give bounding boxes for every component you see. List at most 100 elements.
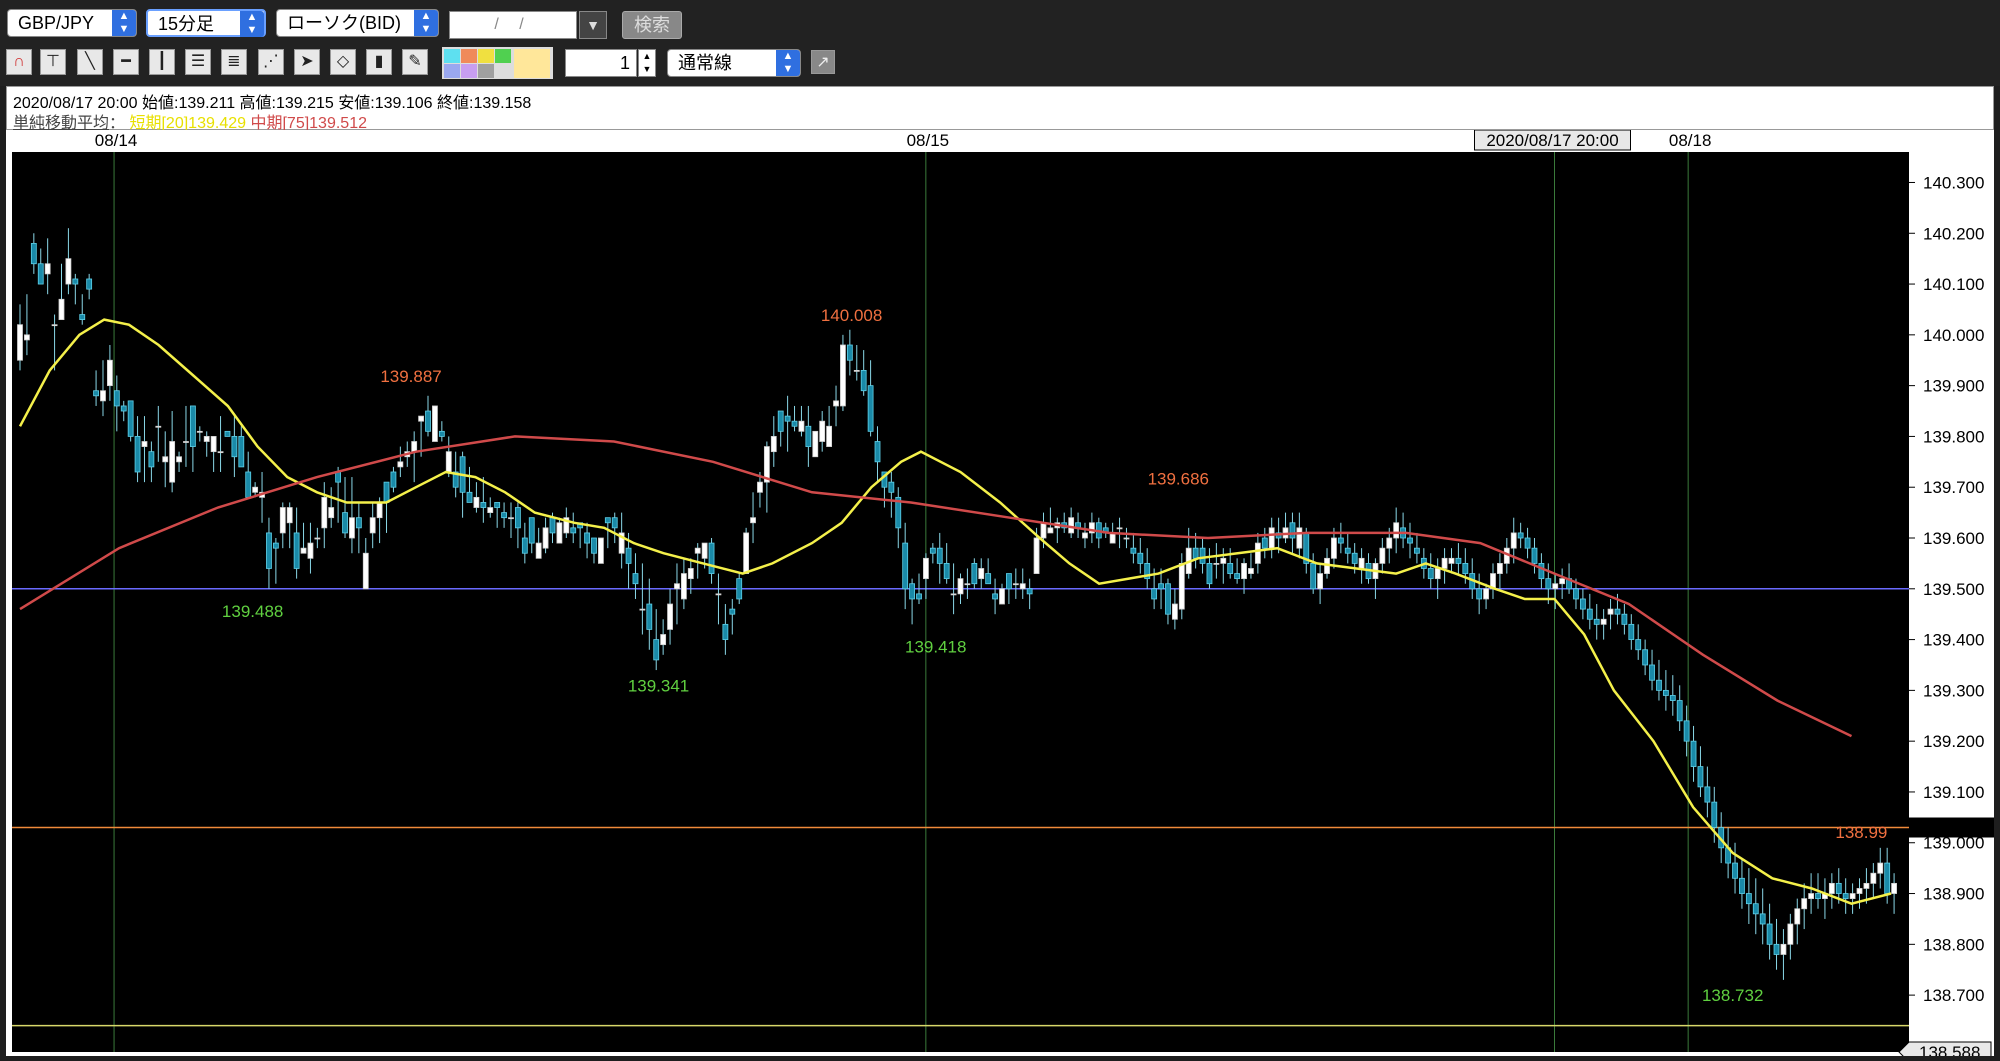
candle-body: [1407, 537, 1413, 544]
color-swatch[interactable]: [478, 64, 494, 78]
candle-body: [978, 568, 985, 580]
horizontal-line-icon[interactable]: ━: [113, 49, 139, 75]
candle-body: [846, 344, 853, 361]
candle-body: [1268, 527, 1275, 549]
color-swatch[interactable]: [444, 49, 460, 63]
color-palette[interactable]: [442, 47, 553, 79]
trash-icon[interactable]: ▮: [366, 49, 392, 75]
date-tick-label: 08/15: [907, 131, 950, 150]
candle-body: [1780, 943, 1787, 955]
price-annotation: 138.732: [1702, 986, 1763, 1005]
candle-body: [1317, 573, 1324, 590]
y-tick-label: 140.200: [1923, 224, 1984, 243]
trendline-icon[interactable]: ╲: [77, 49, 103, 75]
chart-area[interactable]: 140.008 139.887 139.686 138.99 139.488 139.34…: [6, 129, 1994, 1061]
symbol-select[interactable]: GBP/JPY ▲ ▼: [7, 9, 137, 37]
chart-style-select[interactable]: ローソク(BID) ▲ ▼: [276, 9, 439, 37]
candle-body: [1379, 547, 1386, 564]
candle-body: [120, 405, 127, 412]
candle-body: [805, 425, 812, 447]
date-dropdown-button[interactable]: ▼: [579, 11, 607, 39]
candle-body: [383, 481, 390, 503]
candle-body: [24, 334, 30, 341]
candle-body: [1628, 623, 1635, 640]
candle-body: [1635, 639, 1642, 651]
vertical-line-icon[interactable]: ┃: [149, 49, 175, 75]
candle-body: [445, 451, 452, 473]
candle-body: [176, 456, 182, 463]
date-tick-label: 08/14: [95, 131, 138, 150]
candle-body: [369, 517, 376, 534]
candle-body: [1531, 547, 1538, 564]
candle-body: [162, 456, 169, 463]
candle-body: [44, 263, 51, 275]
pointer-icon[interactable]: ➤: [294, 49, 320, 75]
candle-body: [535, 542, 542, 559]
color-swatch[interactable]: [461, 64, 477, 78]
candle-body: [1766, 923, 1773, 945]
candle-body: [1891, 882, 1897, 894]
candle-body: [625, 547, 632, 564]
candle-body: [570, 527, 577, 534]
horizontal-ray-icon[interactable]: ⊤: [40, 49, 66, 75]
candle-body: [100, 390, 106, 402]
fibonacci-icon[interactable]: ≣: [221, 49, 247, 75]
magnet-icon[interactable]: ∩: [6, 49, 32, 75]
color-swatch[interactable]: [478, 49, 494, 63]
candle-body: [189, 405, 196, 447]
candle-body: [279, 507, 286, 534]
candle-body: [888, 481, 895, 493]
candle-body: [687, 568, 694, 580]
candle-body: [390, 471, 397, 488]
candle-body: [1261, 537, 1268, 549]
candle-body: [335, 471, 342, 483]
chevron-updown-icon: ▲ ▼: [112, 10, 136, 36]
search-button[interactable]: 検索: [622, 11, 682, 39]
candlestick-chart[interactable]: 140.008 139.887 139.686 138.99 139.488 139.34…: [6, 129, 1994, 1061]
candle-body: [1662, 689, 1669, 696]
candle-body: [1828, 882, 1835, 894]
timeframe-select[interactable]: 15分足 ▲ ▼: [146, 9, 266, 37]
candle-body: [729, 608, 736, 615]
candle-body: [1476, 588, 1483, 600]
candle-body: [411, 441, 418, 453]
candle-body: [127, 400, 134, 437]
pen-icon[interactable]: ✎: [402, 49, 428, 75]
candle-body: [1752, 903, 1759, 915]
candle-body: [113, 390, 120, 407]
cursor-time-label: 2020/08/17 20:00: [1486, 131, 1618, 150]
y-tick-label: 140.100: [1923, 275, 1984, 294]
date-input[interactable]: / /: [449, 11, 577, 39]
candle-body: [1289, 522, 1296, 539]
popout-icon[interactable]: ↗: [811, 50, 835, 74]
color-swatch[interactable]: [495, 49, 511, 63]
candle-body: [1178, 562, 1185, 610]
line-width-stepper[interactable]: ▲ ▼: [638, 49, 656, 77]
candle-body: [1787, 923, 1794, 945]
candle-body: [1386, 537, 1393, 549]
price-annotation: 139.686: [1148, 469, 1209, 488]
candle-body: [1165, 583, 1171, 615]
selected-color-swatch[interactable]: [514, 49, 550, 78]
candle-body: [515, 507, 521, 529]
candle-body: [286, 507, 293, 524]
color-swatch[interactable]: [444, 64, 460, 78]
candle-body: [1649, 664, 1655, 681]
candle-body: [833, 400, 839, 407]
candle-body: [1835, 882, 1842, 894]
candle-body: [992, 593, 998, 600]
candle-body: [238, 436, 245, 468]
candle-body: [646, 603, 653, 630]
candle-body: [743, 532, 750, 574]
line-width-input[interactable]: 1: [565, 49, 637, 77]
candle-body: [757, 481, 763, 493]
candle-body: [694, 547, 701, 554]
candle-body: [1884, 862, 1891, 894]
color-swatch[interactable]: [461, 49, 477, 63]
channel-icon[interactable]: ☰: [185, 49, 211, 75]
fan-icon[interactable]: ⋰: [258, 49, 284, 75]
candle-body: [37, 263, 44, 285]
eraser-icon[interactable]: ◇: [330, 49, 356, 75]
candle-body: [791, 420, 798, 427]
line-type-select[interactable]: 通常線 ▲ ▼: [667, 49, 801, 77]
